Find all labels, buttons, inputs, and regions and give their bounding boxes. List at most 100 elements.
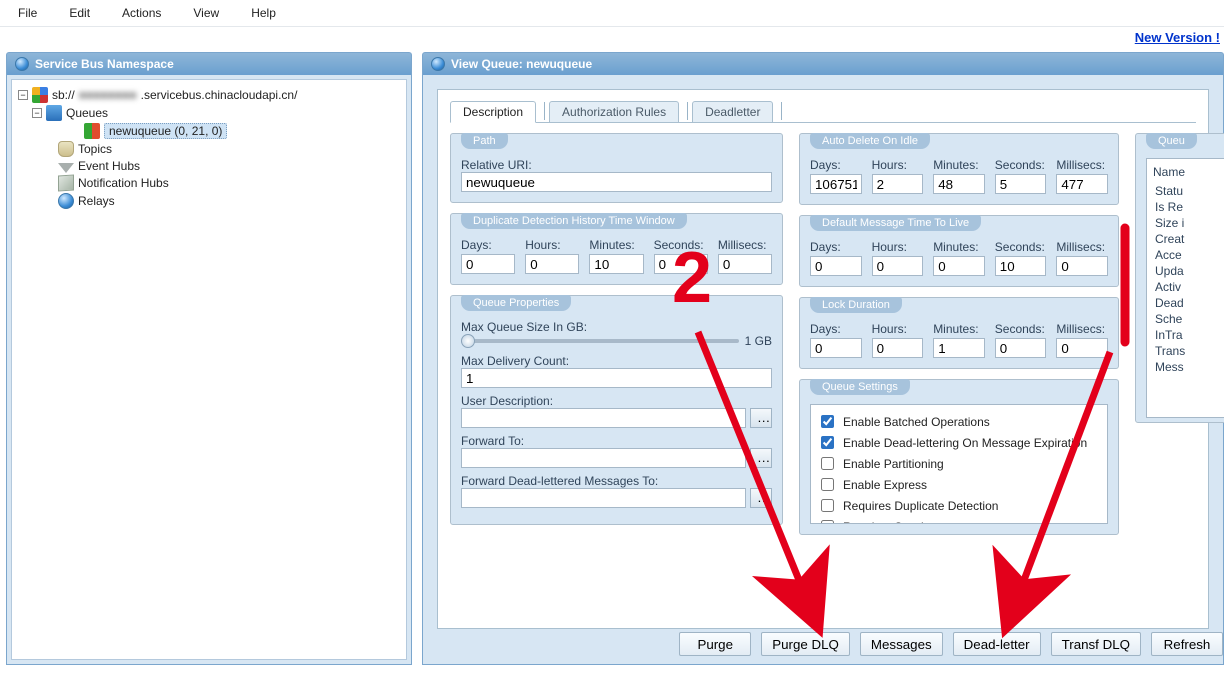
- purge-dlq-button[interactable]: Purge DLQ: [761, 632, 850, 656]
- group-dup-detection: Duplicate Detection History Time Window …: [450, 213, 783, 285]
- menu-actions[interactable]: Actions: [116, 4, 167, 22]
- menu-view[interactable]: View: [187, 4, 225, 22]
- setting-3[interactable]: Enable Express: [817, 474, 1101, 495]
- forward-dl-browse-button[interactable]: …: [750, 488, 772, 508]
- view-queue-title: View Queue: newuqueue: [451, 57, 592, 71]
- setting-checkbox-2[interactable]: [821, 457, 834, 470]
- tab-description[interactable]: Description: [450, 101, 536, 123]
- user-desc-input[interactable]: [461, 408, 746, 428]
- ttl-sec-input[interactable]: [995, 256, 1047, 276]
- ttl-min-input[interactable]: [933, 256, 985, 276]
- lock-hours-input[interactable]: [872, 338, 924, 358]
- setting-checkbox-0[interactable]: [821, 415, 834, 428]
- ttl-ms-input[interactable]: [1056, 256, 1108, 276]
- setting-checkbox-3[interactable]: [821, 478, 834, 491]
- dup-hours-input[interactable]: [525, 254, 579, 274]
- dup-ms-input[interactable]: [718, 254, 772, 274]
- info-row-10: Trans: [1149, 343, 1224, 359]
- view-queue-header: View Queue: newuqueue: [422, 52, 1224, 75]
- tree-topics[interactable]: Topics: [58, 140, 400, 158]
- setting-4[interactable]: Requires Duplicate Detection: [817, 495, 1101, 516]
- setting-label-3: Enable Express: [843, 478, 927, 492]
- group-queue-properties: Queue Properties Max Queue Size In GB: 1…: [450, 295, 783, 525]
- lock-days-input[interactable]: [810, 338, 862, 358]
- tabs: Description Authorization Rules Deadlett…: [450, 100, 1196, 123]
- group-queue-settings: Queue Settings Enable Batched Operations…: [799, 379, 1119, 535]
- max-delivery-input[interactable]: [461, 368, 772, 388]
- notifhubs-icon: [58, 174, 74, 191]
- eventhubs-icon: [58, 163, 74, 173]
- settings-list[interactable]: Enable Batched Operations Enable Dead-let…: [810, 404, 1108, 524]
- forward-dl-label: Forward Dead-lettered Messages To:: [461, 474, 772, 488]
- tab-authorization-rules[interactable]: Authorization Rules: [549, 101, 679, 123]
- messages-button[interactable]: Messages: [860, 632, 943, 656]
- group-info-title: Queu: [1146, 133, 1197, 149]
- tree-queue-label: newuqueue (0, 21, 0): [104, 123, 227, 139]
- transf-dlq-button[interactable]: Transf DLQ: [1051, 632, 1141, 656]
- info-row-7: Dead: [1149, 295, 1224, 311]
- azure-icon: [32, 87, 48, 103]
- info-row-0: Statu: [1149, 183, 1224, 199]
- tree-notification-hubs[interactable]: Notification Hubs: [58, 174, 400, 192]
- setting-label-0: Enable Batched Operations: [843, 415, 990, 429]
- auto-ms-input[interactable]: [1056, 174, 1108, 194]
- setting-1[interactable]: Enable Dead-lettering On Message Expirat…: [817, 432, 1101, 453]
- tree-namespace-root[interactable]: − sb://■■■■■■■■.servicebus.chinacloudapi…: [18, 86, 400, 104]
- new-version-link[interactable]: New Version !: [1131, 28, 1224, 47]
- menu-edit[interactable]: Edit: [63, 4, 96, 22]
- lock-min-input[interactable]: [933, 338, 985, 358]
- forward-to-input[interactable]: [461, 448, 746, 468]
- info-row-9: InTra: [1149, 327, 1224, 343]
- purge-button[interactable]: Purge: [679, 632, 751, 656]
- forward-to-browse-button[interactable]: …: [750, 448, 772, 468]
- ttl-hours-input[interactable]: [872, 256, 924, 276]
- dead-letter-button[interactable]: Dead-letter: [953, 632, 1041, 656]
- setting-label-2: Enable Partitioning: [843, 457, 944, 471]
- bottom-button-bar: Purge Purge DLQ Messages Dead-letter Tra…: [437, 632, 1223, 656]
- forward-dl-input[interactable]: [461, 488, 746, 508]
- tree-relays[interactable]: Relays: [58, 192, 400, 210]
- queue-icon: [84, 123, 100, 139]
- collapse-icon[interactable]: −: [32, 108, 42, 118]
- dup-min-input[interactable]: [589, 254, 643, 274]
- dup-sec-input[interactable]: [654, 254, 708, 274]
- max-queue-size-slider[interactable]: [461, 339, 739, 343]
- collapse-icon[interactable]: −: [18, 90, 28, 100]
- group-path: Path Relative URI:: [450, 133, 783, 203]
- setting-checkbox-5[interactable]: [821, 520, 834, 524]
- user-desc-browse-button[interactable]: …: [750, 408, 772, 428]
- auto-hours-input[interactable]: [872, 174, 924, 194]
- dup-days-input[interactable]: [461, 254, 515, 274]
- auto-days-input[interactable]: [810, 174, 862, 194]
- relative-uri-input[interactable]: [461, 172, 772, 192]
- auto-min-input[interactable]: [933, 174, 985, 194]
- refresh-button[interactable]: Refresh: [1151, 632, 1223, 656]
- group-auto-title: Auto Delete On Idle: [810, 133, 930, 149]
- info-row-6: Activ: [1149, 279, 1224, 295]
- lock-sec-input[interactable]: [995, 338, 1047, 358]
- namespace-tree[interactable]: − sb://■■■■■■■■.servicebus.chinacloudapi…: [11, 79, 407, 660]
- auto-sec-input[interactable]: [995, 174, 1047, 194]
- tab-deadletter[interactable]: Deadletter: [692, 101, 773, 123]
- user-desc-label: User Description:: [461, 394, 772, 408]
- tree-event-hubs[interactable]: Event Hubs: [58, 158, 400, 174]
- ttl-days-input[interactable]: [810, 256, 862, 276]
- setting-2[interactable]: Enable Partitioning: [817, 453, 1101, 474]
- setting-checkbox-1[interactable]: [821, 436, 834, 449]
- info-row-11: Mess: [1149, 359, 1224, 375]
- tree-queue-item[interactable]: newuqueue (0, 21, 0): [84, 122, 400, 140]
- lock-ms-input[interactable]: [1056, 338, 1108, 358]
- setting-0[interactable]: Enable Batched Operations: [817, 411, 1101, 432]
- info-row-3: Creat: [1149, 231, 1224, 247]
- max-delivery-label: Max Delivery Count:: [461, 354, 772, 368]
- namespace-panel-header: Service Bus Namespace: [6, 52, 412, 75]
- setting-5[interactable]: Requires Session: [817, 516, 1101, 524]
- setting-label-5: Requires Session: [843, 520, 937, 525]
- tree-queues[interactable]: − Queues: [32, 104, 400, 122]
- menu-bar: File Edit Actions View Help: [0, 0, 1224, 27]
- menu-file[interactable]: File: [12, 4, 43, 22]
- setting-checkbox-4[interactable]: [821, 499, 834, 512]
- setting-label-4: Requires Duplicate Detection: [843, 499, 998, 513]
- group-auto-delete: Auto Delete On Idle Days: Hours: Minutes…: [799, 133, 1119, 205]
- menu-help[interactable]: Help: [245, 4, 282, 22]
